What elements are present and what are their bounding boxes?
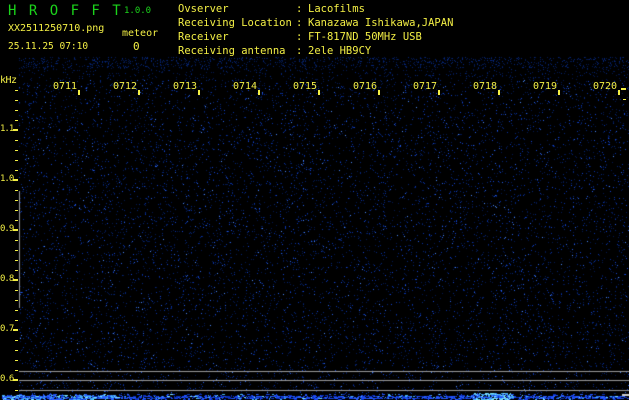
x-axis-time-label: 0716 <box>353 81 378 92</box>
station-info-row: Receiving antenna:2ele HB9CY <box>178 44 453 58</box>
y-axis-minor-tick <box>15 240 18 241</box>
y-axis-minor-tick <box>15 110 18 111</box>
x-axis-time-label: 0714 <box>233 81 258 92</box>
y-axis-minor-tick <box>15 140 18 141</box>
y-axis-minor-tick <box>15 210 18 211</box>
x-axis-tick <box>378 90 380 95</box>
y-axis-major-tick <box>13 279 18 281</box>
x-axis-tick <box>258 90 260 95</box>
hrofft-window: H R O F F T 1.0.0 XX2511250710.png meteo… <box>0 0 629 400</box>
x-axis-time-label: 0712 <box>113 81 138 92</box>
station-info-label: Receiving antenna <box>178 45 286 57</box>
station-info-value: Kanazawa Ishikawa,JAPAN <box>308 17 454 29</box>
y-axis-tick-label: 0.7 <box>0 324 14 334</box>
y-axis-tick-label: 0.9 <box>0 224 14 234</box>
x-axis-tick <box>438 90 440 95</box>
station-info-value: 2ele HB9CY <box>308 45 372 57</box>
station-info-row: Receiving Location: Kanazawa Ishikawa,JAP… <box>178 16 453 30</box>
x-axis-tick <box>618 90 620 95</box>
station-info-value: Lacofilms <box>308 3 365 15</box>
y-axis-minor-tick <box>15 390 18 391</box>
x-axis-tick <box>318 90 320 95</box>
y-axis-minor-tick <box>15 150 18 151</box>
station-info-label: Receiving Location <box>178 17 292 29</box>
station-info-label: Receiver <box>178 31 229 43</box>
y-axis-major-tick <box>13 379 18 381</box>
y-axis-minor-tick <box>15 160 18 161</box>
x-axis-time-label: 0715 <box>293 81 318 92</box>
app-title: H R O F F T <box>8 3 123 19</box>
x-axis-tick <box>558 90 560 95</box>
station-info-row: Ovserver: Lacofilms <box>178 2 453 16</box>
y-axis-minor-tick <box>15 120 18 121</box>
y-axis-minor-tick <box>15 270 18 271</box>
output-filename: XX2511250710.png <box>8 23 105 34</box>
station-info-colon: : <box>296 31 303 43</box>
y-axis-minor-tick <box>15 290 18 291</box>
station-info-row: Receiver: FT-817ND 50MHz USB <box>178 30 453 44</box>
y-axis-major-tick <box>13 179 18 181</box>
x-axis-time-label: 0713 <box>173 81 198 92</box>
station-info-label: Ovserver <box>178 3 229 15</box>
x-axis-tick <box>198 90 200 95</box>
x-axis-edge-mark <box>623 99 626 100</box>
x-axis-time-label: 0719 <box>533 81 558 92</box>
station-info-colon: : <box>296 17 303 29</box>
station-info-colon: : <box>296 45 303 57</box>
y-axis-tick-label: 0.6 <box>0 374 14 384</box>
y-axis-minor-tick <box>15 190 18 191</box>
y-axis-tick-label: 1.1 <box>0 124 14 134</box>
x-axis-time-label: 0711 <box>53 81 78 92</box>
y-axis-minor-tick <box>15 300 18 301</box>
y-axis-major-tick <box>13 329 18 331</box>
y-axis-major-tick <box>13 229 18 231</box>
timestamp: 25.11.25 07:10 <box>8 41 89 52</box>
app-version: 1.0.0 <box>124 6 152 16</box>
x-axis-time-label: 0718 <box>473 81 498 92</box>
station-info-colon: : <box>296 3 303 15</box>
y-axis-minor-tick <box>15 370 18 371</box>
x-axis-edge-mark <box>621 88 626 90</box>
station-info: Ovserver: Lacofilms Receiving Location: Kan… <box>178 2 453 58</box>
y-axis-minor-tick <box>15 200 18 201</box>
y-axis-minor-tick <box>15 310 18 311</box>
y-axis-minor-tick <box>15 360 18 361</box>
y-axis-minor-tick <box>15 100 18 101</box>
y-axis-minor-tick <box>15 170 18 171</box>
x-axis-time-label: 0720 <box>593 81 618 92</box>
y-axis-tick-label: 0.8 <box>0 274 14 284</box>
y-axis-minor-tick <box>15 90 18 91</box>
mode-label: meteor <box>122 28 159 39</box>
y-axis-major-tick <box>13 129 18 131</box>
y-axis-minor-tick <box>15 340 18 341</box>
y-axis-minor-tick <box>15 260 18 261</box>
x-axis-tick <box>78 90 80 95</box>
y-axis-minor-tick <box>15 320 18 321</box>
x-axis-tick <box>138 90 140 95</box>
station-info-value: FT-817ND 50MHz USB <box>308 31 422 43</box>
y-axis-minor-tick <box>15 220 18 221</box>
y-axis-tick-label: 1.0 <box>0 174 14 184</box>
y-axis-minor-tick <box>15 250 18 251</box>
y-axis-minor-tick <box>15 350 18 351</box>
x-axis-tick <box>498 90 500 95</box>
x-axis-time-label: 0717 <box>413 81 438 92</box>
spectrogram-plot: 1.1 1.0 0.9 0.8 0.7 0.6 0711 0712 0713 0714 0715 07… <box>0 0 629 400</box>
y-axis-unit-label: kHz <box>0 75 17 86</box>
echo-count: 0 <box>133 40 140 53</box>
